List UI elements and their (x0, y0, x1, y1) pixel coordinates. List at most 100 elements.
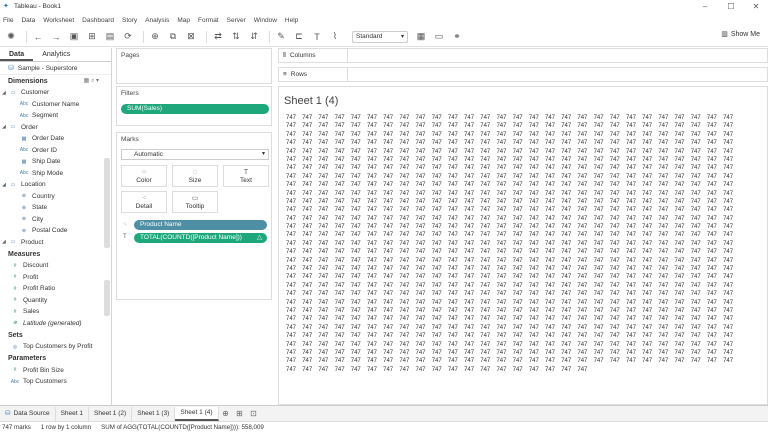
table-cell[interactable]: 747 (399, 215, 415, 223)
list-item[interactable]: Abc Segment (0, 110, 111, 122)
table-cell[interactable]: 747 (399, 231, 415, 239)
table-cell[interactable]: 747 (658, 324, 674, 332)
table-cell[interactable]: 747 (513, 307, 529, 315)
table-cell[interactable]: 747 (545, 231, 561, 239)
table-cell[interactable]: 747 (367, 332, 383, 340)
tab-sheet[interactable]: Sheet 1 (2) (89, 406, 133, 421)
table-cell[interactable]: 747 (367, 366, 383, 374)
menu-analysis[interactable]: Analysis (145, 17, 169, 24)
table-cell[interactable]: 747 (416, 290, 432, 298)
table-cell[interactable]: 747 (610, 198, 626, 206)
table-cell[interactable]: 747 (642, 223, 658, 231)
table-cell[interactable]: 747 (416, 139, 432, 147)
table-cell[interactable]: 747 (577, 307, 593, 315)
table-cell[interactable]: 747 (286, 290, 302, 298)
table-cell[interactable]: 747 (723, 190, 739, 198)
table-cell[interactable]: 747 (529, 332, 545, 340)
table-cell[interactable]: 747 (594, 324, 610, 332)
tab-analytics[interactable]: Analytics (33, 48, 79, 61)
table-cell[interactable]: 747 (513, 131, 529, 139)
new-worksheet-icon[interactable]: ⊕ (148, 30, 162, 44)
table-cell[interactable]: 747 (286, 114, 302, 122)
table-cell[interactable]: 747 (691, 341, 707, 349)
table-cell[interactable]: 747 (432, 190, 448, 198)
table-cell[interactable]: 747 (335, 215, 351, 223)
table-cell[interactable]: 747 (545, 265, 561, 273)
table-cell[interactable]: 747 (383, 173, 399, 181)
table-cell[interactable]: 747 (480, 131, 496, 139)
table-cell[interactable]: 747 (561, 173, 577, 181)
table-cell[interactable]: 747 (577, 231, 593, 239)
table-cell[interactable]: 747 (399, 290, 415, 298)
table-cell[interactable]: 747 (496, 139, 512, 147)
table-cell[interactable]: 747 (335, 114, 351, 122)
table-cell[interactable]: 747 (642, 290, 658, 298)
table-cell[interactable]: 747 (286, 131, 302, 139)
table-cell[interactable]: 747 (577, 148, 593, 156)
table-cell[interactable]: 747 (529, 190, 545, 198)
table-cell[interactable]: 747 (399, 349, 415, 357)
table-cell[interactable]: 747 (383, 341, 399, 349)
table-cell[interactable]: 747 (286, 282, 302, 290)
list-item[interactable]: # Profit (0, 272, 111, 284)
table-cell[interactable]: 747 (318, 231, 334, 239)
table-cell[interactable]: 747 (626, 349, 642, 357)
table-cell[interactable]: 747 (318, 223, 334, 231)
table-cell[interactable]: 747 (448, 122, 464, 130)
table-cell[interactable]: 747 (496, 307, 512, 315)
table-cell[interactable]: 747 (302, 366, 318, 374)
table-cell[interactable]: 747 (448, 257, 464, 265)
table-cell[interactable]: 747 (480, 290, 496, 298)
table-cell[interactable]: 747 (432, 332, 448, 340)
table-cell[interactable]: 747 (318, 257, 334, 265)
table-cell[interactable]: 747 (302, 173, 318, 181)
table-cell[interactable]: 747 (529, 366, 545, 374)
table-cell[interactable]: 747 (399, 223, 415, 231)
table-cell[interactable]: 747 (335, 181, 351, 189)
table-cell[interactable]: 747 (723, 215, 739, 223)
table-cell[interactable]: 747 (642, 315, 658, 323)
table-cell[interactable]: 747 (577, 315, 593, 323)
list-item[interactable]: # Sales (0, 306, 111, 318)
table-cell[interactable]: 747 (642, 240, 658, 248)
table-cell[interactable]: 747 (335, 282, 351, 290)
table-cell[interactable]: 747 (383, 148, 399, 156)
table-cell[interactable]: 747 (416, 215, 432, 223)
table-cell[interactable]: 747 (545, 181, 561, 189)
table-cell[interactable]: 747 (658, 114, 674, 122)
table-cell[interactable]: 747 (642, 181, 658, 189)
table-cell[interactable]: 747 (594, 315, 610, 323)
table-cell[interactable]: 747 (577, 114, 593, 122)
share-icon[interactable]: ⚭ (450, 30, 464, 44)
table-cell[interactable]: 747 (626, 307, 642, 315)
table-cell[interactable]: 747 (577, 299, 593, 307)
table-cell[interactable]: 747 (383, 223, 399, 231)
table-cell[interactable]: 747 (513, 190, 529, 198)
table-cell[interactable]: 747 (318, 173, 334, 181)
table-cell[interactable]: 747 (658, 181, 674, 189)
table-cell[interactable]: 747 (610, 349, 626, 357)
table-cell[interactable]: 747 (545, 332, 561, 340)
table-cell[interactable]: 747 (642, 139, 658, 147)
table-cell[interactable]: 747 (432, 114, 448, 122)
table-cell[interactable]: 747 (529, 215, 545, 223)
table-cell[interactable]: 747 (707, 215, 723, 223)
table-cell[interactable]: 747 (561, 265, 577, 273)
table-cell[interactable]: 747 (399, 324, 415, 332)
table-cell[interactable]: 747 (318, 299, 334, 307)
table-cell[interactable]: 747 (513, 357, 529, 365)
table-cell[interactable]: 747 (383, 290, 399, 298)
table-cell[interactable]: 747 (286, 332, 302, 340)
table-cell[interactable]: 747 (464, 231, 480, 239)
table-cell[interactable]: 747 (383, 131, 399, 139)
table-cell[interactable]: 747 (594, 122, 610, 130)
folder-item[interactable]: ◢ ▭ Location (0, 179, 111, 191)
table-cell[interactable]: 747 (545, 156, 561, 164)
table-cell[interactable]: 747 (464, 148, 480, 156)
table-cell[interactable]: 747 (723, 231, 739, 239)
table-cell[interactable]: 747 (513, 299, 529, 307)
table-cell[interactable]: 747 (658, 341, 674, 349)
table-cell[interactable]: 747 (496, 290, 512, 298)
labels-icon[interactable]: T (310, 30, 324, 44)
table-cell[interactable]: 747 (545, 282, 561, 290)
